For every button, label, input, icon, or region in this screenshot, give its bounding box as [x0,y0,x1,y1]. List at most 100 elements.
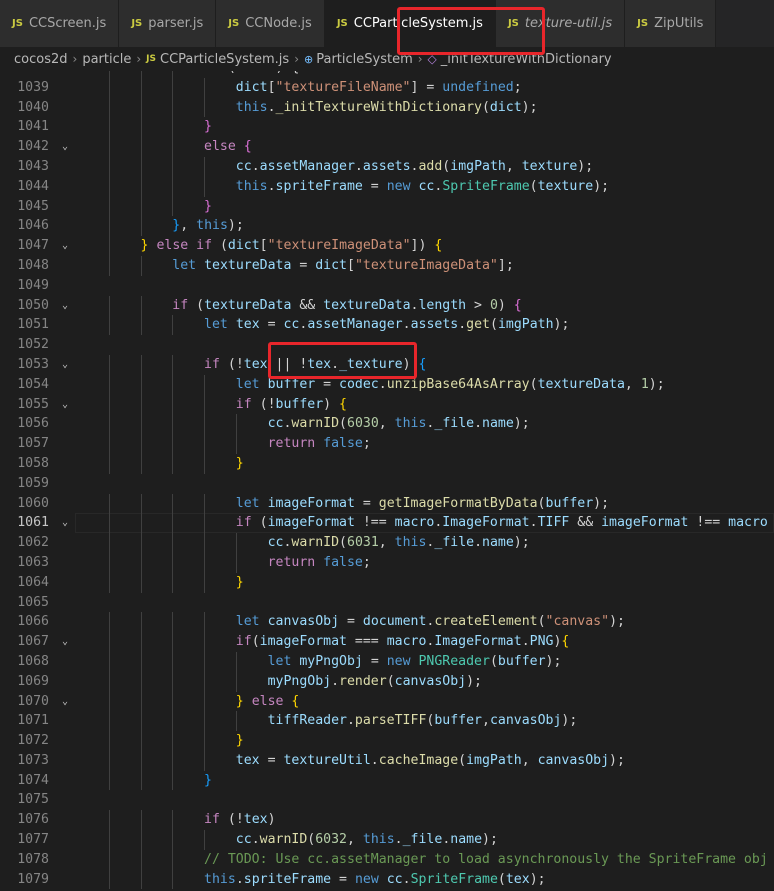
fold-chevron-icon[interactable]: ⌄ [58,513,72,533]
code-line[interactable]: 1061 ⌄ if (imageFormat !== macro.ImageFor… [0,513,774,534]
code-token: SpriteFrame [442,178,530,194]
tab-parser-js[interactable]: JS parser.js [119,0,217,47]
code-line[interactable]: 1060 let imageFormat = getImageFormatByD… [0,493,774,514]
breadcrumb-item[interactable]: cocos2d [14,52,68,67]
code-token: texture [521,158,578,174]
code-line[interactable]: 1044 this.spriteFrame = new cc.SpriteFra… [0,176,774,197]
code-line[interactable]: 1052 [0,335,774,355]
code-line[interactable]: 1049 [0,276,774,296]
code-token: . [267,178,276,194]
code-text: cc.warnID(6031, this._file.name); [77,533,530,553]
code-line[interactable]: 1042 ⌄ else { [0,137,774,157]
code-line[interactable]: 1056 cc.warnID(6030, this._file.name); [0,414,774,435]
code-line[interactable]: 1070 ⌄ } else { [0,691,774,712]
code-line[interactable]: 1073 tex = textureUtil.cacheImage(imgPat… [0,750,774,771]
code-token: . [402,871,411,887]
code-line[interactable]: 1059 [0,474,774,494]
breadcrumb-item[interactable]: CCParticleSystem.js [160,52,289,67]
code-text: return false; [77,553,371,573]
code-line[interactable]: 1064 } [0,572,774,593]
code-token: this [235,99,268,115]
tab-ccscreen-js[interactable]: JS CCScreen.js [0,0,120,47]
code-line[interactable]: 1067 ⌄ if(imageFormat === macro.ImageForm… [0,632,774,652]
code-line[interactable]: 1048 let textureData = dict["textureImag… [0,255,774,276]
code-line[interactable]: 1058 } [0,453,774,474]
code-line[interactable]: 1047 ⌄ } else if (dict["textureImageData"… [0,236,774,256]
code-line[interactable]: 1074 } [0,770,774,791]
code-token: macro [728,515,768,531]
code-line[interactable]: 1039 dict["textureFileName"] = undefined… [0,77,774,98]
code-line[interactable]: 1043 cc.assetManager.assets.add(imgPath,… [0,156,774,177]
code-token: get [466,317,490,333]
code-line[interactable]: 1050 ⌄ if (textureData && textureData.len… [0,295,774,316]
fold-chevron-icon[interactable]: ⌄ [58,296,72,316]
code-token: ); [513,416,530,432]
code-token: ( [529,178,538,194]
code-line[interactable]: 1055 ⌄ if (!buffer) { [0,394,774,415]
breadcrumb-item[interactable]: ParticleSystem [316,52,413,67]
code-editor[interactable]: 1038 if (error) {1039 dict["textureFileN… [0,58,774,891]
code-token: dict [227,238,260,254]
code-text: let canvasObj = document.createElement("… [77,612,625,632]
code-line[interactable]: 1051 let tex = cc.assetManager.assets.ge… [0,315,774,336]
fold-chevron-icon[interactable]: ⌄ [58,692,72,712]
code-token: . [474,535,483,551]
fold-chevron-icon[interactable]: ⌄ [58,395,72,415]
code-token: ); [609,614,625,630]
code-token: if [235,515,252,531]
line-number: 1059 [17,475,49,491]
code-line[interactable]: 1054 let buffer = codec.unzipBase64AsArr… [0,374,774,395]
code-line[interactable]: 1068 let myPngObj = new PNGReader(buffer… [0,651,774,672]
code-line[interactable]: 1075 [0,790,774,810]
tab-ccparticlesystem-js[interactable]: JS CCParticleSystem.js [324,0,496,47]
code-line[interactable]: 1072 } [0,731,774,751]
code-token: = [362,178,387,194]
fold-chevron-icon[interactable]: ⌄ [58,236,72,256]
code-token: parseTIFF [354,713,427,729]
code-token: } [204,119,212,135]
code-text: if (!tex || !tex._texture) { [77,355,426,375]
code-line[interactable]: 1053 ⌄ if (!tex || !tex._texture) { [0,354,774,375]
fold-chevron-icon[interactable]: ⌄ [58,355,72,375]
tab-texture-util-js[interactable]: JS texture-util.js [495,0,626,47]
line-number: 1043 [17,158,49,174]
code-line[interactable]: 1076 if (!tex) [0,810,774,831]
code-line[interactable]: 1040 this._initTextureWithDictionary(dic… [0,97,774,118]
code-token: macro [386,634,427,650]
code-line[interactable]: 1065 [0,593,774,613]
breadcrumb-item[interactable]: particle [82,52,131,67]
code-line[interactable]: 1077 cc.warnID(6032, this._file.name); [0,830,774,850]
code-token: canvasObj [267,614,340,630]
code-line[interactable]: 1046 }, this); [0,216,774,237]
tab-ziputils[interactable]: JS ZipUtils [625,0,717,47]
code-line[interactable]: 1078 // TODO: Use cc.assetManager to loa… [0,849,774,870]
code-text: return false; [77,434,371,454]
code-token: ); [529,871,546,887]
js-file-icon: JS [637,18,649,29]
code-line[interactable]: 1057 return false; [0,434,774,454]
tab-ccnode-js[interactable]: JS CCNode.js [216,0,325,47]
code-text: let buffer = codec.unzipBase64AsArray(te… [77,375,665,395]
code-text: cc.warnID(6032, this._file.name); [77,830,498,850]
breadcrumb-item[interactable]: _initTextureWithDictionary [441,52,612,67]
code-line[interactable]: 1045 } [0,196,774,217]
code-token: dict [315,257,347,273]
code-token: _file [402,832,443,848]
code-line[interactable]: 1079 this.spriteFrame = new cc.SpriteFra… [0,869,774,890]
code-token: buffer [545,495,594,511]
code-line[interactable]: 1062 cc.warnID(6031, this._file.name); [0,533,774,553]
code-token: . [331,356,340,372]
code-line[interactable]: 1063 return false; [0,552,774,573]
fold-chevron-icon[interactable]: ⌄ [58,632,72,652]
code-token: let [235,495,260,511]
code-line[interactable]: 1069 myPngObj.render(canvasObj); [0,671,774,692]
code-line[interactable]: 1071 tiffReader.parseTIFF(buffer,canvasO… [0,711,774,732]
code-line[interactable]: 1066 let canvasObj = document.createElem… [0,612,774,633]
code-line[interactable]: 1041 } [0,117,774,138]
fold-chevron-icon[interactable]: ⌄ [58,137,72,157]
